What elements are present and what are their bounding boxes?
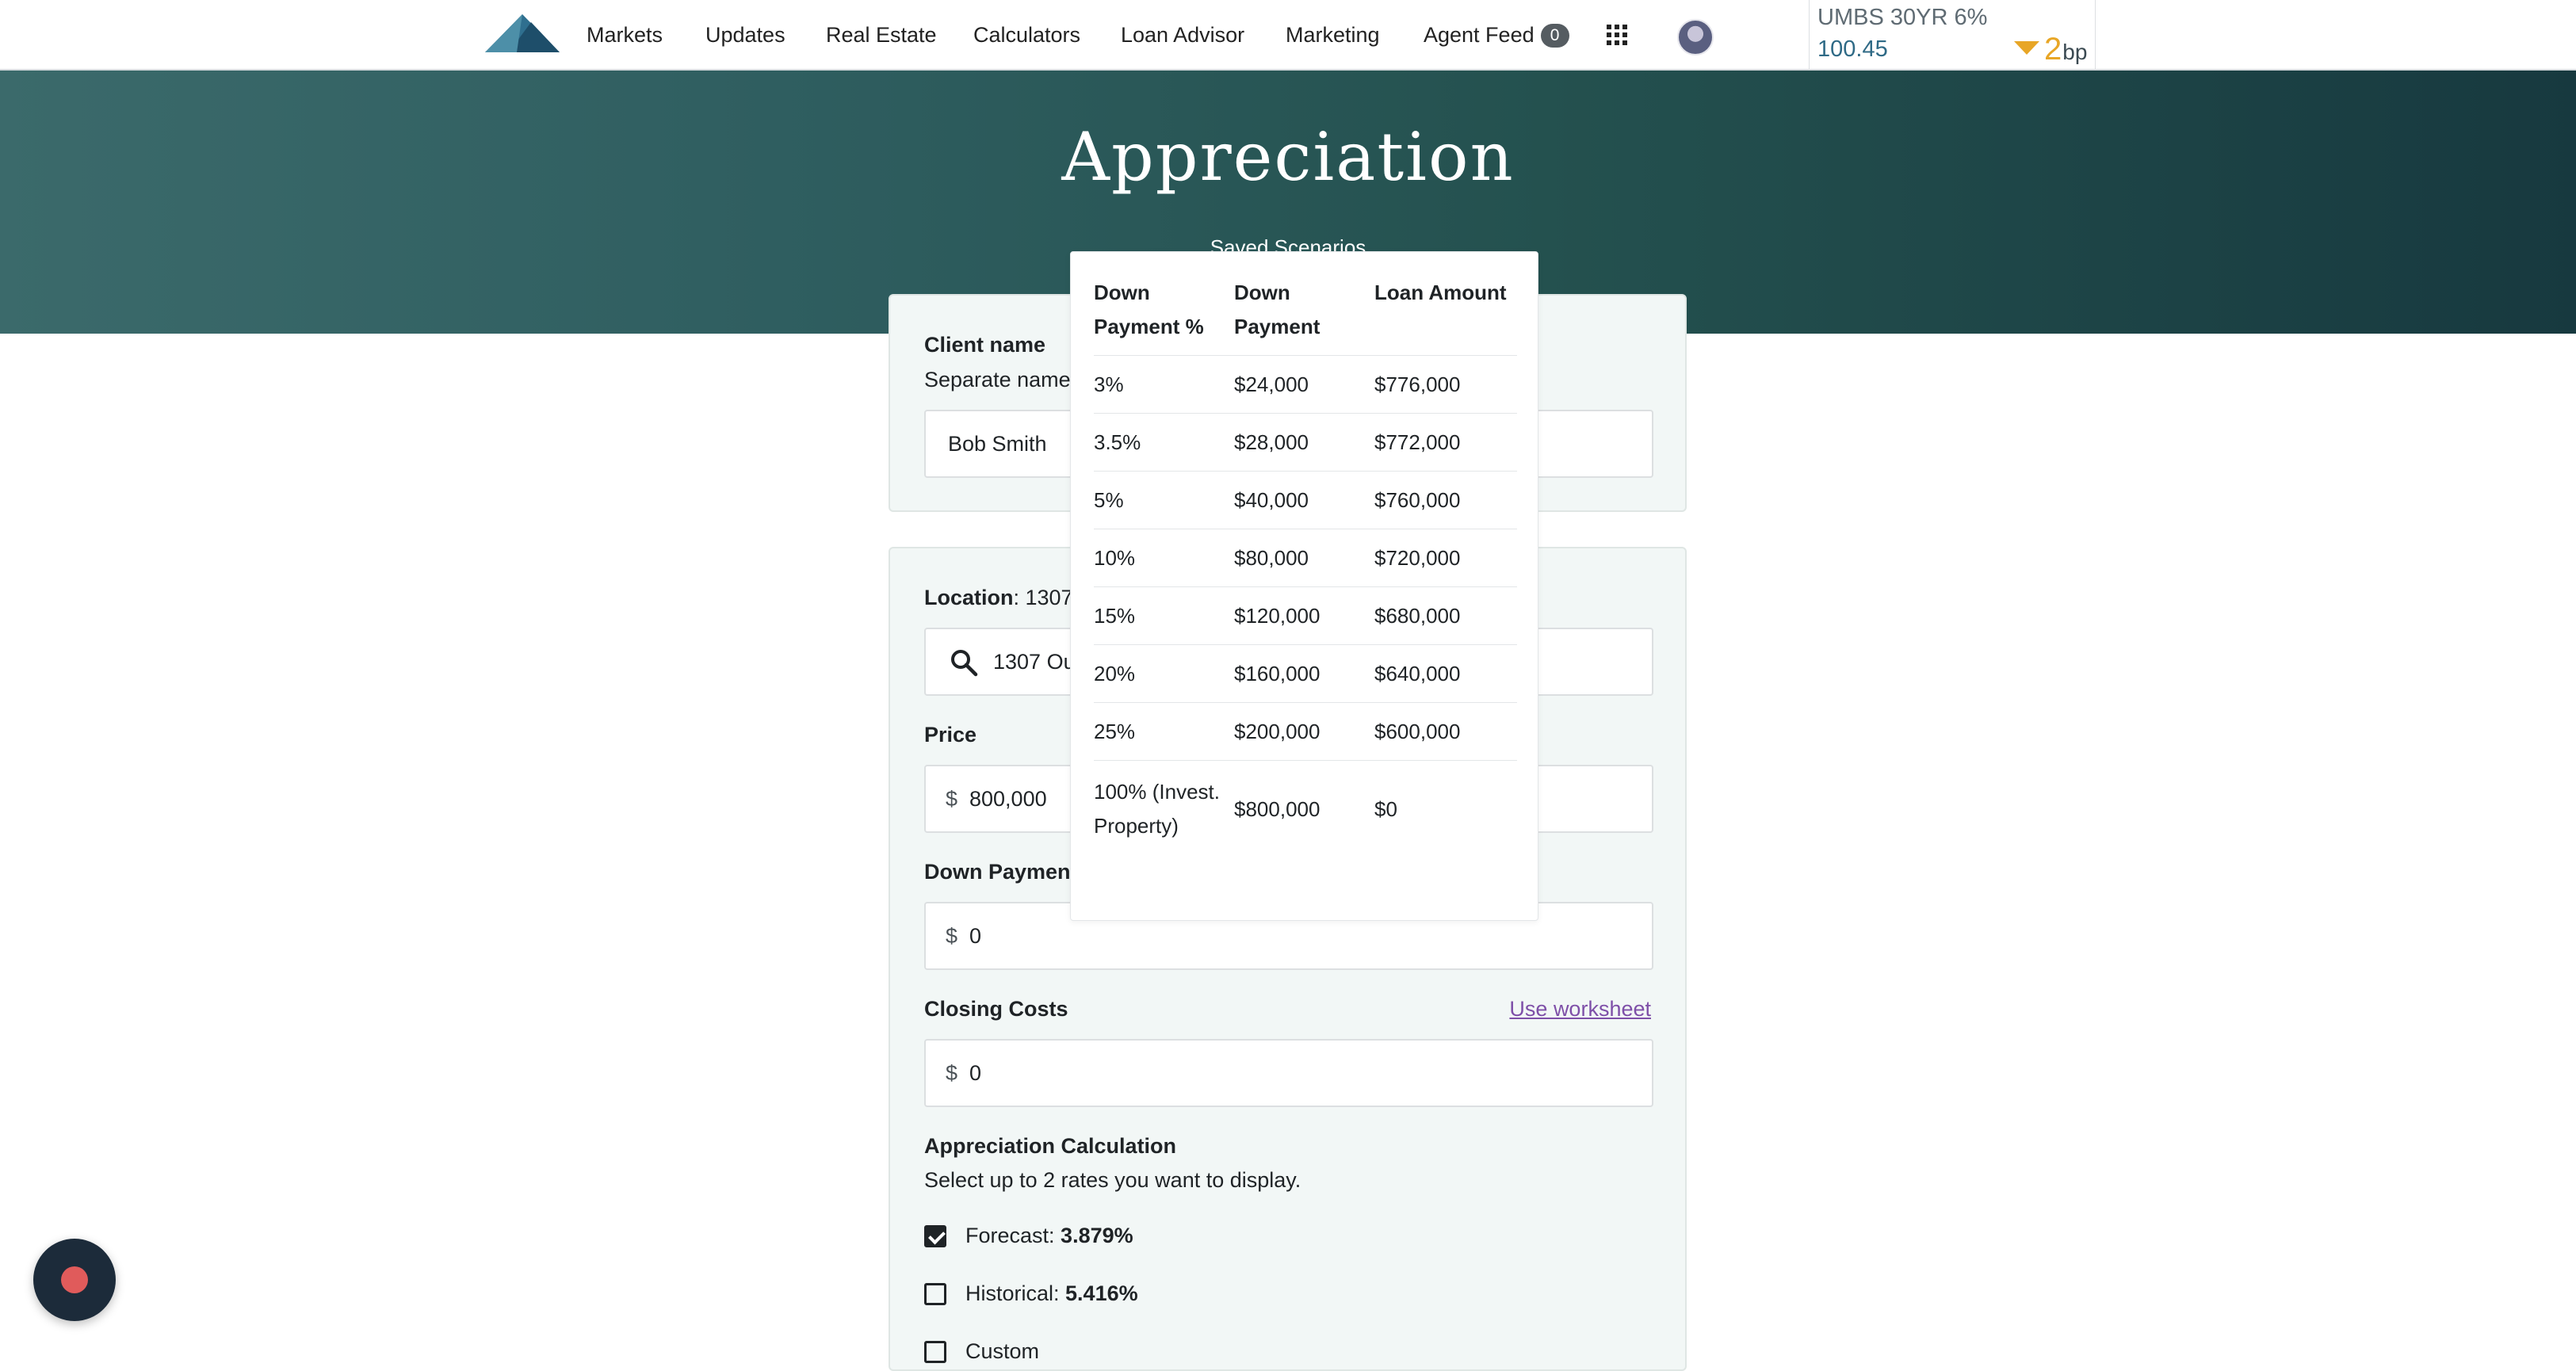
- table-header-row: Down Payment % Down Payment Loan Amount: [1094, 268, 1517, 356]
- ticker-name: UMBS 30YR 6%: [1817, 5, 1988, 30]
- table-row[interactable]: 10% $80,000 $720,000: [1094, 529, 1517, 587]
- table-row[interactable]: 100% (Invest. Property) $800,000 $0: [1094, 761, 1517, 855]
- cell-percent: 3%: [1094, 355, 1234, 414]
- nav-loan-advisor[interactable]: Loan Advisor: [1121, 21, 1244, 48]
- page-title: Appreciation: [1061, 118, 1515, 196]
- forecast-option[interactable]: Forecast: 3.879%: [924, 1224, 1133, 1248]
- custom-option[interactable]: Custom: [924, 1339, 1039, 1364]
- custom-label: Custom: [965, 1339, 1040, 1363]
- cell-down-payment: $28,000: [1234, 413, 1374, 472]
- cell-percent: 25%: [1094, 702, 1234, 761]
- cell-loan-amount: $680,000: [1374, 586, 1517, 645]
- cell-percent: 15%: [1094, 586, 1234, 645]
- custom-checkbox[interactable]: [924, 1341, 946, 1363]
- table-row[interactable]: 15% $120,000 $680,000: [1094, 586, 1517, 645]
- nav-marketing[interactable]: Marketing: [1286, 21, 1380, 48]
- header-loan-amount: Loan Amount: [1374, 268, 1517, 356]
- cell-loan-amount: $600,000: [1374, 702, 1517, 761]
- table-row[interactable]: 25% $200,000 $600,000: [1094, 702, 1517, 761]
- table-row[interactable]: 3% $24,000 $776,000: [1094, 355, 1517, 414]
- table-row[interactable]: 5% $40,000 $760,000: [1094, 471, 1517, 529]
- top-navigation: Markets Updates Real Estate Calculators …: [0, 0, 2576, 71]
- nav-real-estate[interactable]: Real Estate: [826, 21, 937, 48]
- cell-loan-amount: $776,000: [1374, 355, 1517, 414]
- cell-loan-amount: $0: [1374, 796, 1397, 821]
- historical-checkbox[interactable]: [924, 1283, 946, 1305]
- market-ticker[interactable]: UMBS 30YR 6% 100.45 2bp: [1809, 0, 2096, 71]
- cell-down-payment: $800,000: [1234, 796, 1320, 821]
- ticker-change: 2bp: [2014, 32, 2087, 67]
- ticker-change-unit: bp: [2062, 40, 2088, 64]
- location-value: 1307 Ou: [993, 650, 1076, 674]
- closing-costs-currency: $: [946, 1061, 958, 1085]
- cell-down-payment: $120,000: [1234, 586, 1374, 645]
- ticker-change-value: 2: [2044, 32, 2062, 67]
- nav-agent-feed-label: Agent Feed: [1424, 23, 1535, 47]
- nav-calculators[interactable]: Calculators: [973, 21, 1080, 48]
- historical-option[interactable]: Historical: 5.416%: [924, 1281, 1138, 1306]
- location-summary: : 1307: [1013, 586, 1073, 609]
- down-payment-label: Down Payment: [924, 860, 1078, 884]
- closing-costs-value: 0: [969, 1061, 982, 1085]
- location-label: Location: 1307: [924, 586, 1073, 610]
- agent-feed-count-badge: 0: [1540, 24, 1569, 48]
- table-row[interactable]: 20% $160,000 $640,000: [1094, 644, 1517, 703]
- record-dot-icon: [61, 1266, 88, 1293]
- closing-costs-field[interactable]: $ 0: [924, 1039, 1653, 1107]
- grid-icon[interactable]: [1607, 25, 1627, 45]
- cell-down-payment: $200,000: [1234, 702, 1374, 761]
- appreciation-calculation-label: Appreciation Calculation: [924, 1134, 1177, 1158]
- cell-percent: 5%: [1094, 471, 1234, 529]
- cell-down-payment: $80,000: [1234, 529, 1374, 587]
- cell-loan-amount: $640,000: [1374, 644, 1517, 703]
- forecast-checkbox[interactable]: [924, 1225, 946, 1247]
- cell-down-payment: $24,000: [1234, 355, 1374, 414]
- table-row[interactable]: 3.5% $28,000 $772,000: [1094, 413, 1517, 472]
- ticker-price: 100.45: [1817, 36, 1888, 62]
- price-currency: $: [946, 787, 958, 811]
- down-payment-value: 0: [969, 924, 982, 948]
- historical-rate: 5.416%: [1065, 1281, 1138, 1305]
- nav-updates[interactable]: Updates: [705, 21, 785, 48]
- historical-label: Historical:: [965, 1281, 1066, 1305]
- cell-down-payment: $40,000: [1234, 471, 1374, 529]
- down-payment-table: Down Payment % Down Payment Loan Amount …: [1094, 268, 1517, 854]
- client-name-label: Client name: [924, 333, 1046, 357]
- client-name-helper: Separate name: [924, 368, 1071, 391]
- search-icon: [951, 650, 978, 677]
- nav-agent-feed[interactable]: Agent Feed 0: [1424, 21, 1569, 48]
- user-avatar[interactable]: [1677, 19, 1714, 55]
- closing-costs-label: Closing Costs: [924, 997, 1068, 1021]
- price-label: Price: [924, 723, 977, 747]
- cell-percent: 3.5%: [1094, 413, 1234, 472]
- cell-loan-amount: $772,000: [1374, 413, 1517, 472]
- cell-percent: 20%: [1094, 644, 1234, 703]
- header-down-payment: Down Payment: [1234, 268, 1374, 356]
- appreciation-helper: Select up to 2 rates you want to display…: [924, 1168, 1301, 1192]
- floating-record-button[interactable]: [33, 1239, 116, 1321]
- down-payment-options-popup: Down Payment % Down Payment Loan Amount …: [1070, 251, 1538, 921]
- client-name-value: Bob Smith: [948, 432, 1047, 456]
- cell-loan-amount: $720,000: [1374, 529, 1517, 587]
- mountain-logo-icon[interactable]: [485, 14, 560, 54]
- cell-down-payment: $160,000: [1234, 644, 1374, 703]
- forecast-rate: 3.879%: [1061, 1224, 1133, 1247]
- down-arrow-icon: [2014, 41, 2039, 55]
- price-value: 800,000: [969, 787, 1047, 811]
- header-down-payment-percent: Down Payment %: [1094, 268, 1234, 356]
- location-label-text: Location: [924, 586, 1014, 609]
- cell-loan-amount: $760,000: [1374, 471, 1517, 529]
- cell-percent: 100% (Invest. Property): [1094, 780, 1220, 838]
- use-worksheet-link[interactable]: Use worksheet: [1509, 997, 1651, 1022]
- down-payment-currency: $: [946, 924, 958, 948]
- cell-percent: 10%: [1094, 529, 1234, 587]
- nav-markets[interactable]: Markets: [587, 21, 663, 48]
- forecast-label: Forecast:: [965, 1224, 1061, 1247]
